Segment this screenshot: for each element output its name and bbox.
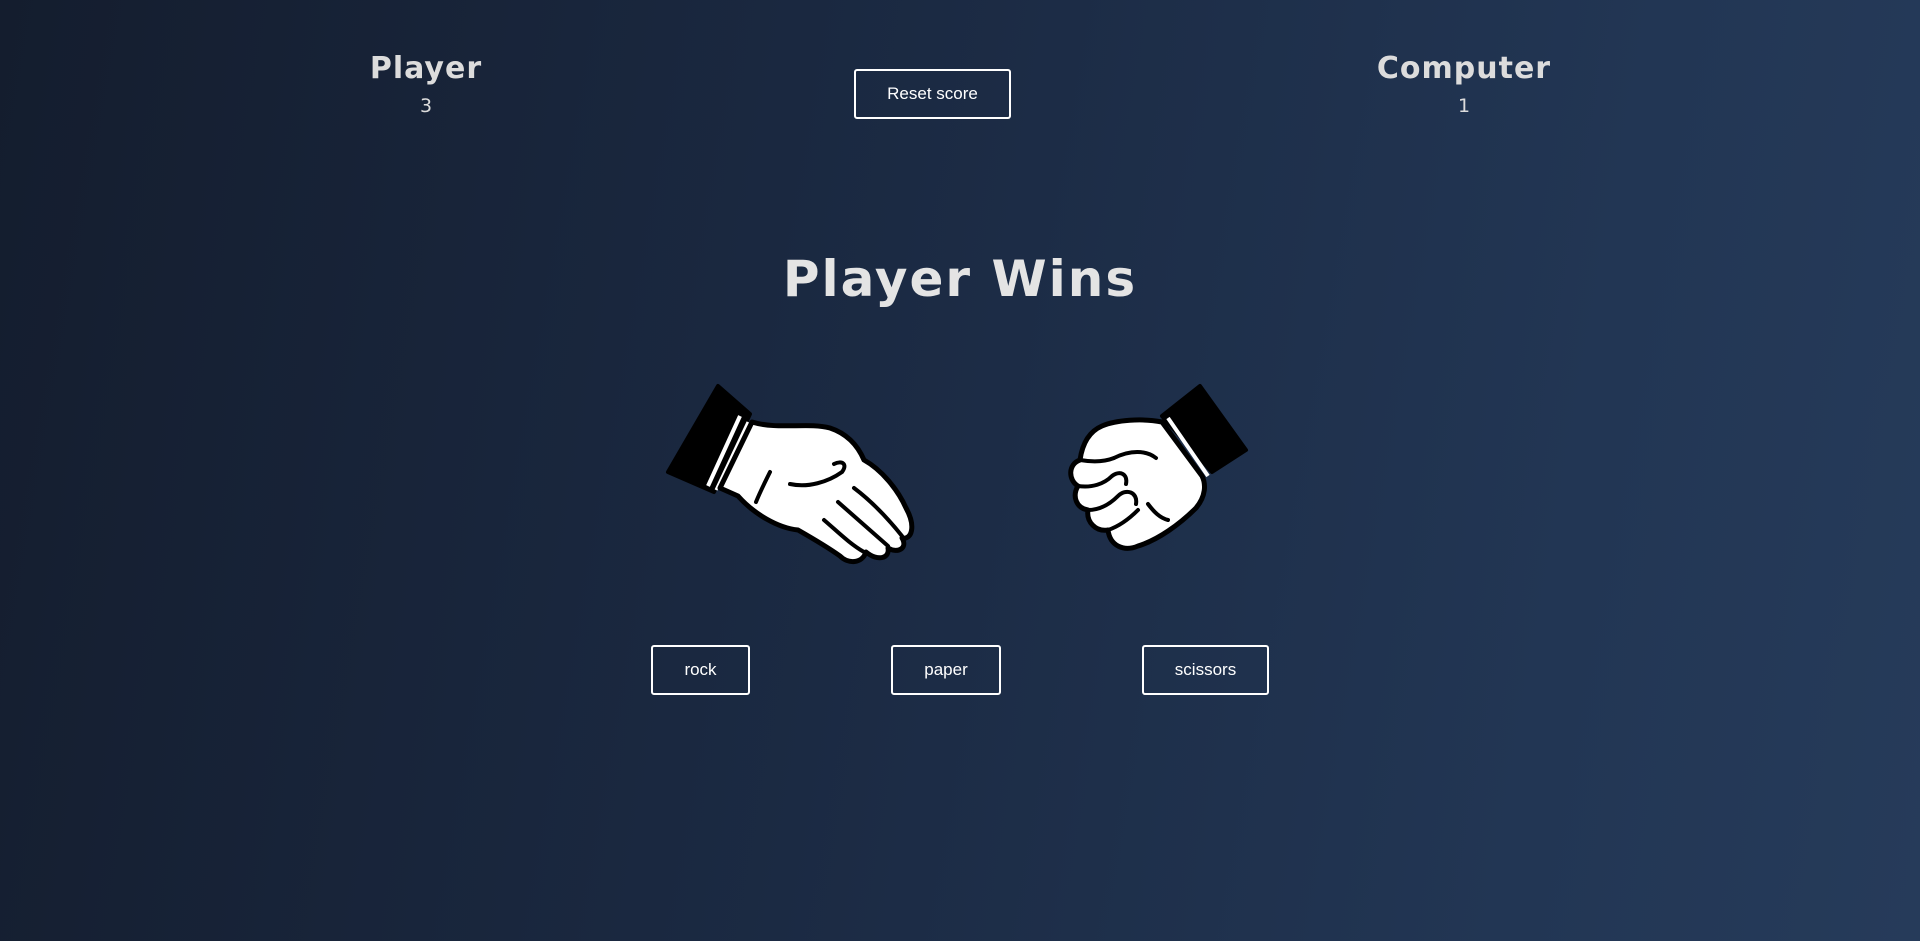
paper-hand-icon <box>658 380 938 580</box>
paper-button[interactable]: paper <box>891 645 1001 695</box>
player-title: Player <box>369 51 483 86</box>
computer-score: 1 <box>1457 95 1471 117</box>
player-score-panel: Player 3 <box>306 50 546 119</box>
rock-fist-icon <box>1038 380 1318 580</box>
result-message: Player Wins <box>782 250 1138 308</box>
computer-title: Computer <box>1376 51 1552 86</box>
reset-score-button[interactable]: Reset score <box>854 69 1011 119</box>
scissors-button[interactable]: scissors <box>1142 645 1269 695</box>
rock-button[interactable]: rock <box>651 645 750 695</box>
computer-score-panel: Computer 1 <box>1344 50 1584 119</box>
player-score: 3 <box>419 95 433 117</box>
